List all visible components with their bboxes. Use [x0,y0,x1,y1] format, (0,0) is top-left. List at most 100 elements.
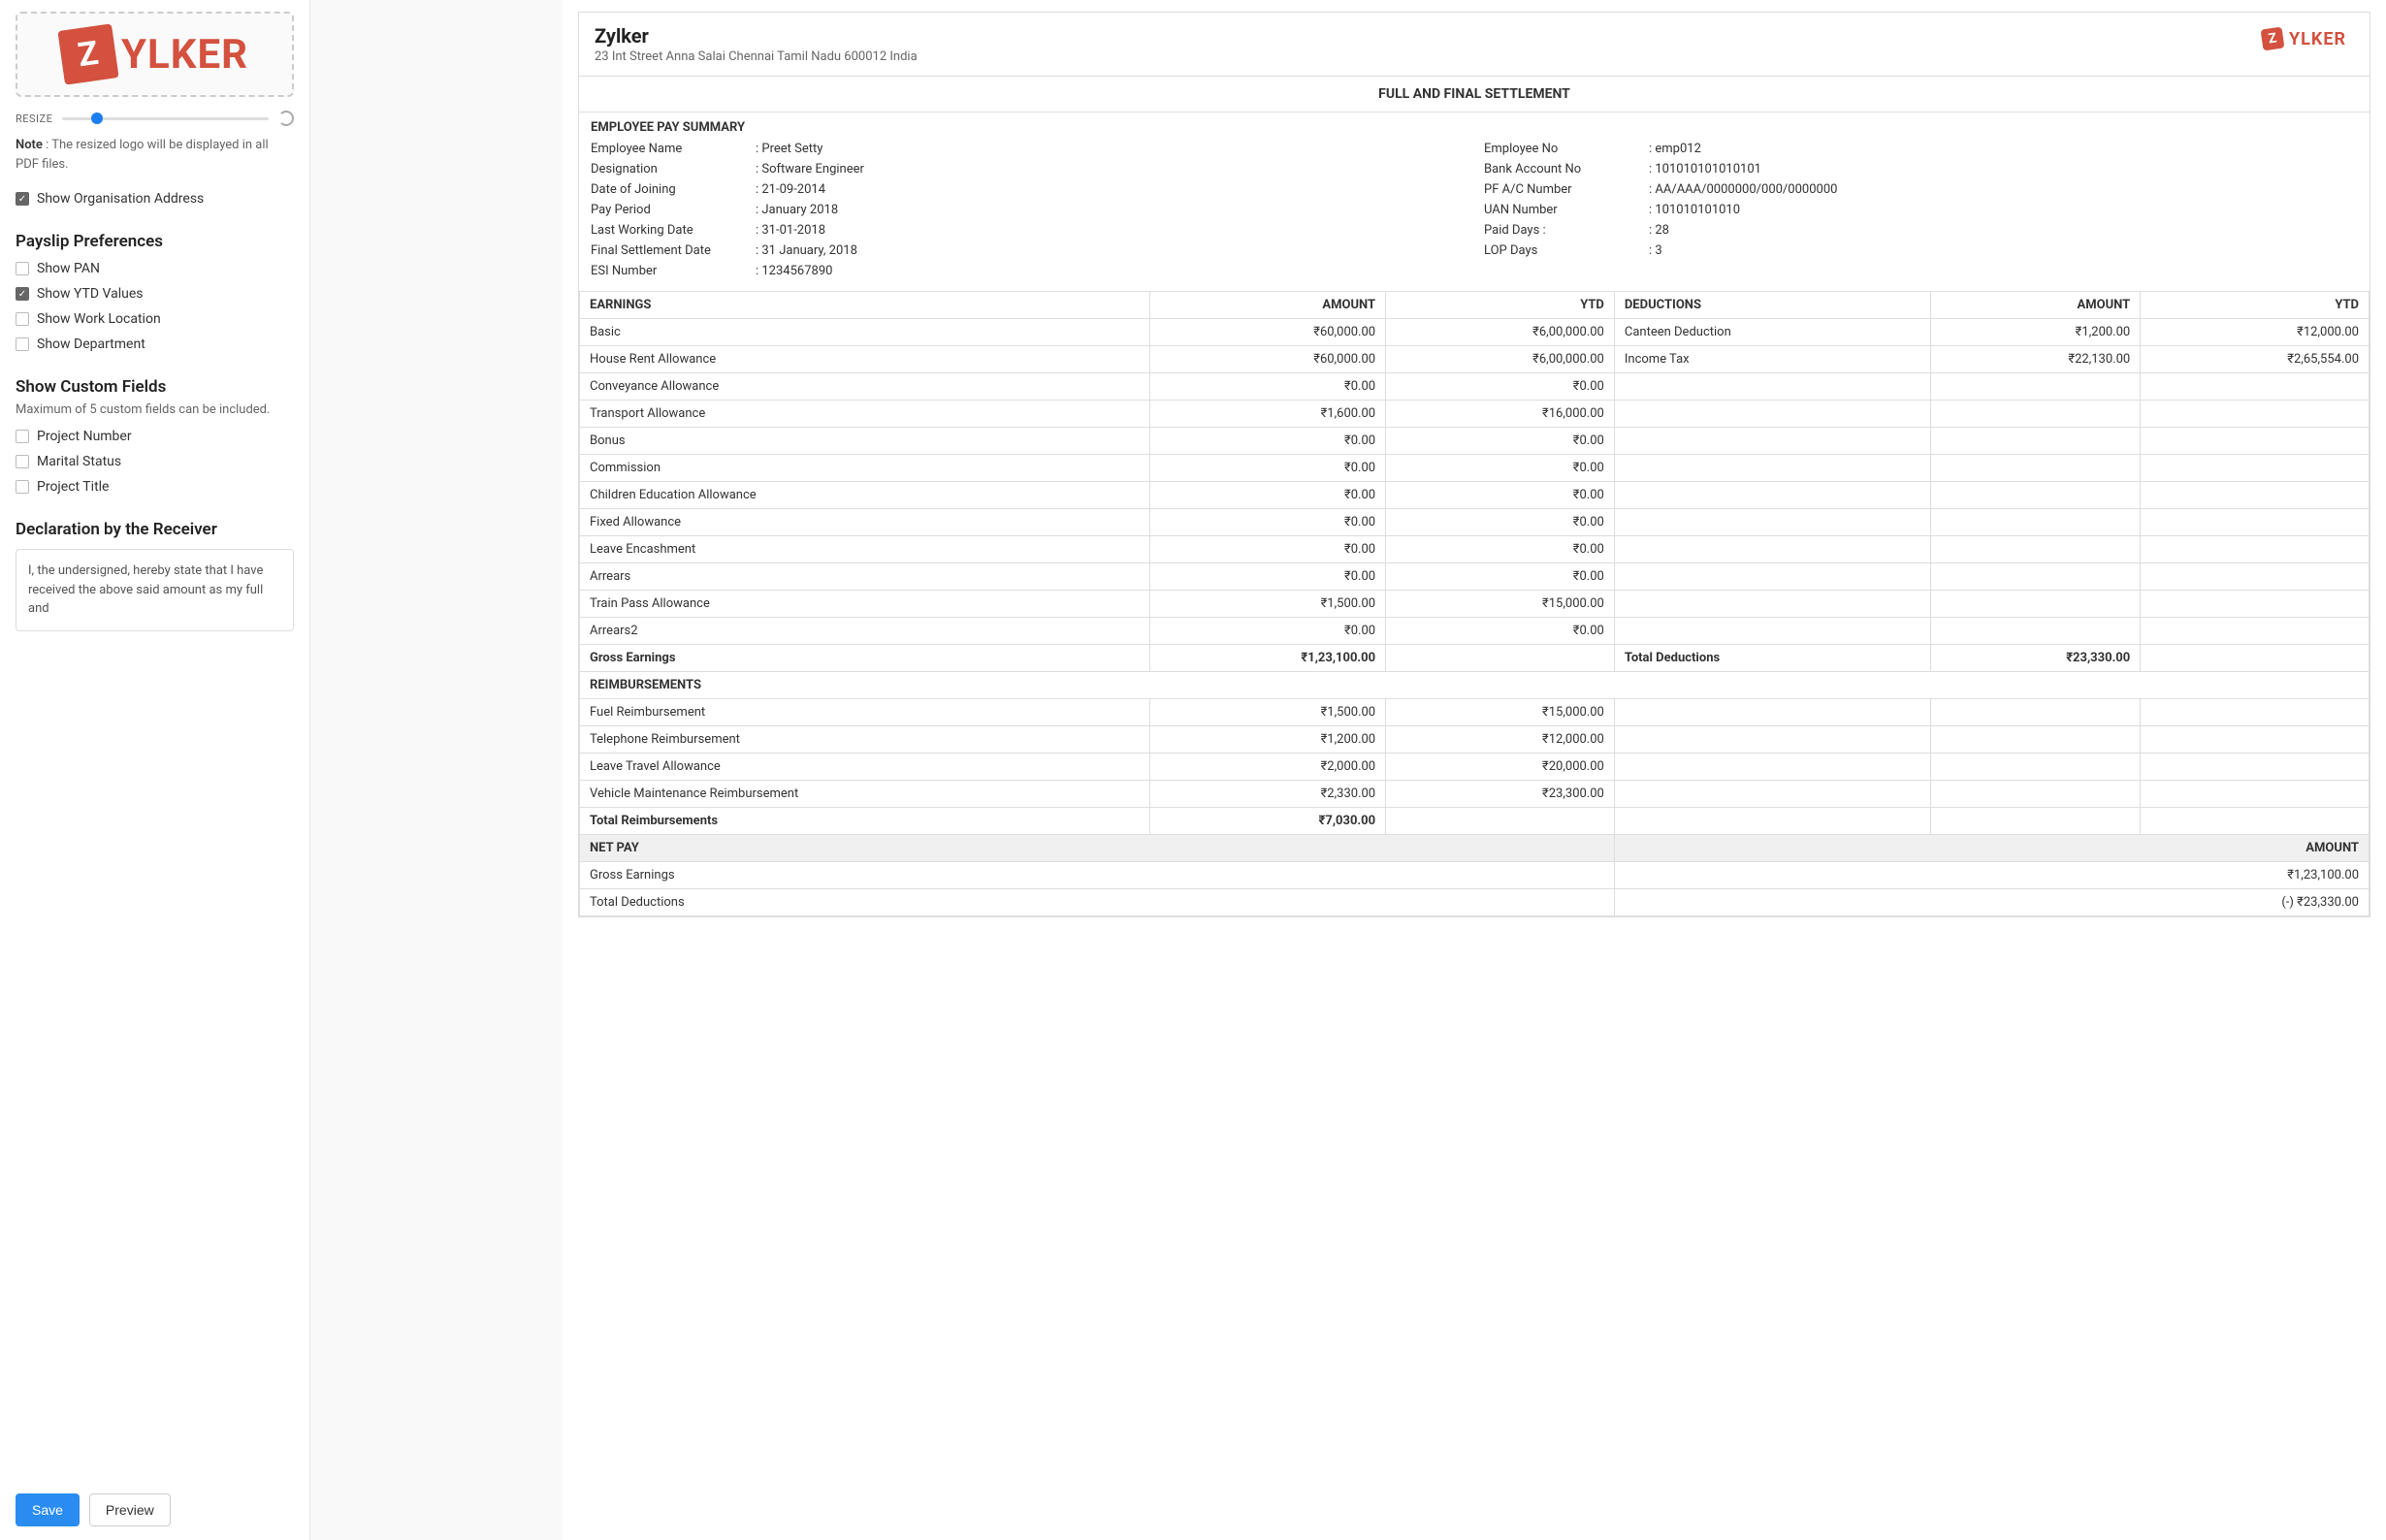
table-cell [1614,726,1930,754]
table-cell [1386,808,1615,835]
table-cell: ₹1,23,100.00 [1614,862,2369,889]
table-cell: Bonus [580,428,1150,455]
table-cell [1930,536,2141,563]
summary-row: Last Working Date31-01-2018 [591,220,1465,241]
preview-button[interactable]: Preview [89,1493,171,1526]
table-cell: ₹1,200.00 [1149,726,1385,754]
table-cell [1614,808,1930,835]
table-cell: ₹2,330.00 [1149,781,1385,808]
pref-checkbox-0[interactable]: Show PAN [16,261,294,276]
summary-row: Employee NamePreet Setty [591,139,1465,159]
table-cell: ₹15,000.00 [1386,591,1615,618]
table-cell: ₹0.00 [1149,482,1385,509]
table-cell [2141,482,2370,509]
custom-field-checkbox-0[interactable]: Project Number [16,429,294,444]
summary-value: Preet Setty [756,142,822,156]
summary-value: 21-09-2014 [756,182,825,197]
summary-value: 28 [1649,223,1669,238]
table-cell [2141,401,2370,428]
table-cell: ₹0.00 [1386,563,1615,591]
summary-row: Date of Joining21-09-2014 [591,179,1465,200]
table-cell [2141,781,2370,808]
resize-slider[interactable] [62,117,269,120]
table-cell [1930,699,2141,726]
checkbox-icon [16,480,29,494]
table-cell: ₹1,500.00 [1149,591,1385,618]
table-cell [2141,591,2370,618]
declaration-textarea[interactable]: I, the undersigned, hereby state that I … [16,549,294,631]
checkbox-org-address[interactable]: ✓ Show Organisation Address [16,191,294,207]
summary-key: Designation [591,162,756,176]
table-cell: Transport Allowance [580,401,1150,428]
table-cell: ₹0.00 [1149,563,1385,591]
checkbox-label: Show Work Location [37,311,161,327]
table-cell: ₹2,65,554.00 [2141,346,2370,373]
pref-checkbox-1[interactable]: ✓Show YTD Values [16,286,294,302]
custom-fields-title: Show Custom Fields [16,377,294,397]
col-amount: AMOUNT [1149,292,1385,319]
table-cell: ₹0.00 [1386,509,1615,536]
table-cell: Gross Earnings [580,645,1150,672]
summary-value: 101010101010101 [1649,162,1761,176]
table-cell: Fixed Allowance [580,509,1150,536]
table-cell [1614,482,1930,509]
net-row: Gross Earnings₹1,23,100.00 [580,862,2370,889]
checkbox-label: Show Department [37,337,145,352]
table-cell: ₹0.00 [1386,536,1615,563]
table-cell: Gross Earnings [580,862,1615,889]
logo-text: YLKER [2289,29,2346,49]
table-row: Leave Encashment₹0.00₹0.00 [580,536,2370,563]
table-cell [2141,754,2370,781]
table-cell [1614,618,1930,645]
table-cell: Total Deductions [1614,645,1930,672]
summary-title: EMPLOYEE PAY SUMMARY [579,112,2370,139]
checkbox-icon [16,430,29,443]
table-cell [2141,699,2370,726]
summary-value: Software Engineer [756,162,864,176]
table-cell: ₹7,030.00 [1149,808,1385,835]
save-button[interactable]: Save [16,1493,80,1526]
doc-logo: Z YLKER [2254,24,2354,53]
refresh-icon[interactable] [278,111,294,126]
table-cell: ₹6,00,000.00 [1386,319,1615,346]
gap [310,0,563,1540]
settings-sidebar: Z YLKER RESIZE Note : The resized logo w… [0,0,310,1540]
table-cell: ₹0.00 [1386,618,1615,645]
table-row: Vehicle Maintenance Reimbursement₹2,330.… [580,781,2370,808]
table-cell: ₹0.00 [1149,428,1385,455]
table-cell: Commission [580,455,1150,482]
pref-checkbox-2[interactable]: Show Work Location [16,311,294,327]
table-cell: ₹1,200.00 [1930,319,2141,346]
summary-key: UAN Number [1484,203,1649,217]
logo-badge-icon: Z [2261,27,2285,51]
table-cell: ₹0.00 [1149,373,1385,401]
custom-field-checkbox-2[interactable]: Project Title [16,479,294,495]
table-cell: ₹0.00 [1386,373,1615,401]
table-cell: ₹2,000.00 [1149,754,1385,781]
table-cell [1614,563,1930,591]
summary-value: 3 [1649,243,1662,258]
summary-key: Bank Account No [1484,162,1649,176]
table-cell [1614,536,1930,563]
pref-checkbox-3[interactable]: Show Department [16,337,294,352]
earnings-table: EARNINGS AMOUNT YTD DEDUCTIONS AMOUNT YT… [579,291,2370,916]
payslip-prefs-title: Payslip Preferences [16,232,294,251]
checkbox-label: Show YTD Values [37,286,144,302]
button-bar: Save Preview [16,1480,294,1540]
employee-summary: Employee NamePreet Setty DesignationSoftw… [579,139,2370,291]
table-cell [1930,428,2141,455]
table-cell: ₹1,500.00 [1149,699,1385,726]
table-cell: AMOUNT [1614,835,2369,862]
table-cell: ₹0.00 [1386,428,1615,455]
summary-row: ESI Number1234567890 [591,261,1465,281]
table-cell [2141,563,2370,591]
summary-key: ESI Number [591,264,756,278]
custom-field-checkbox-1[interactable]: Marital Status [16,454,294,469]
table-row: Bonus₹0.00₹0.00 [580,428,2370,455]
table-cell [1930,781,2141,808]
logo-upload-box[interactable]: Z YLKER [16,12,294,97]
table-cell [1930,373,2141,401]
table-cell [2141,428,2370,455]
table-cell: Total Deductions [580,889,1615,916]
table-row: Transport Allowance₹1,600.00₹16,000.00 [580,401,2370,428]
